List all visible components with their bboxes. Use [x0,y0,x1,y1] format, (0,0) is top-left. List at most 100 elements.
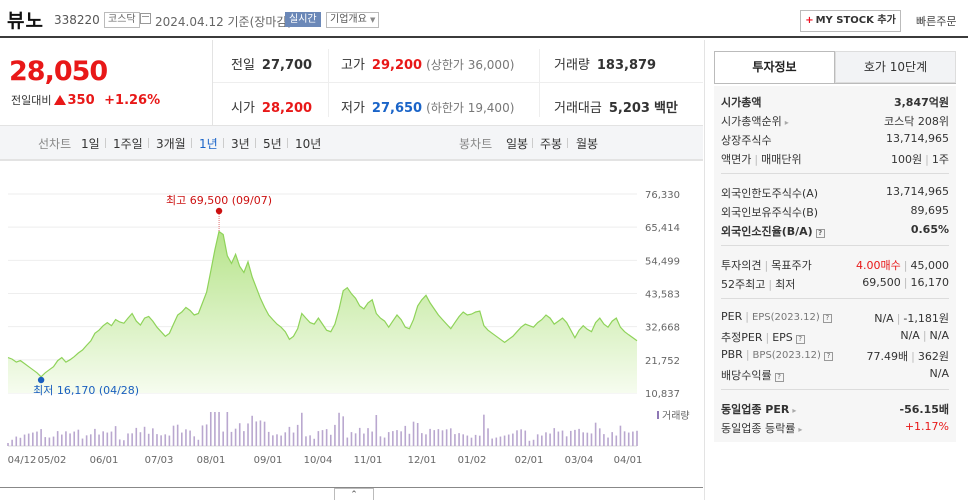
volume-bar [329,434,332,446]
invest-info-table: 시가총액 3,847억원 시가총액순위 ▸ 코스닥 208위 상장주식수 13,7… [714,86,956,442]
price-box: 28,050 전일대비 350 +1.26% [0,40,213,126]
volume-bar [214,412,216,446]
y-tick-label: 54,499 [645,256,680,267]
period-1w[interactable]: 1주일 [113,135,143,152]
help-icon[interactable]: ? [795,335,805,344]
base-date: 2024.04.12 기준(장마감) [155,15,293,29]
candle-daily[interactable]: 일봉 [506,135,528,152]
per-value: N/A [874,312,894,325]
eps-label: EPS(2023.12) [751,312,820,323]
per-label: PER [721,310,743,323]
volume-bar [358,427,361,446]
help-icon[interactable]: ? [774,373,784,382]
volume-bar [65,431,67,446]
tab-orderbook-10[interactable]: 호가 10단계 [835,51,956,83]
x-tick-label: 06/01 [90,455,119,466]
par-value: 100원 [891,153,923,166]
period-3y[interactable]: 3년 [231,135,250,152]
volume-bar [259,420,262,446]
volume-bar [89,434,92,446]
volume-bar [569,430,572,446]
chart-collapse-button[interactable]: ⌃ [334,488,374,500]
market-cap-rank-label: 시가총액순위 [721,115,782,128]
volume-bar [458,433,460,446]
volume-bar [106,432,109,446]
week52-low-value: 16,170 [910,276,950,289]
dividend-value: N/A [929,367,949,380]
foreign-limit-label: 외국인한도주식수(A) [721,187,819,200]
volume-bar [454,434,456,446]
period-1y[interactable]: 1년 [199,135,218,152]
high-label: 고가 [341,58,365,73]
company-overview-button[interactable]: 기업개요 ▼ [326,12,380,28]
realtime-button[interactable]: 실시간 [285,12,321,27]
quote-volume: 거래량 183,879 [554,54,656,73]
y-tick-label: 76,330 [645,190,680,201]
quote-table: 전일 27,700 고가 29,200 (상한가 36,000) 거래량 183,879… [213,40,703,126]
volume-bar [251,415,253,446]
amount-unit: 백만 [653,101,678,116]
market-cap-rank-value: 코스닥 208위 [884,115,949,128]
volume-bar [36,431,38,446]
industry-per-value: -56.15배 [899,403,949,416]
volume-bar [541,435,543,446]
volume-bar [19,437,22,446]
tab-invest-info[interactable]: 투자정보 [714,51,835,83]
volume-bar [611,432,613,446]
pbr-label: PBR [721,348,743,361]
volume-bar [77,429,80,446]
x-tick-label: 08/01 [197,455,226,466]
open-label: 시가 [231,101,255,116]
volume-bar [85,435,88,446]
help-icon[interactable]: ? [822,314,832,323]
per-row: PER | EPS(2023.12)? N/A | -1,181원 [721,310,949,325]
x-tick-label: 07/03 [145,455,174,466]
volume-bar [557,431,560,446]
volume-bar [32,432,34,446]
volume-bar [238,423,241,446]
par-value-row: 액면가 | 매매단위 100원 | 1주 [721,153,949,166]
volume-bar [408,433,411,446]
period-10y[interactable]: 10년 [295,135,321,152]
volume-bar [56,431,59,446]
volume-bar [147,433,150,446]
volume-bar [152,428,154,446]
volume-bar [578,428,580,446]
candle-monthly[interactable]: 월봉 [576,135,598,152]
volume-bar [516,430,518,446]
calendar-icon [140,13,151,24]
prev-label: 전일 [231,58,255,73]
volume-bar [342,416,344,446]
candle-weekly[interactable]: 주봉 [540,135,562,152]
x-tick-label: 09/01 [254,455,283,466]
volume-bar [478,435,481,446]
period-3m[interactable]: 3개월 [156,135,186,152]
change-rate: +1.26% [104,93,161,108]
foreign-holding-row: 외국인보유주식수(B) 89,695 [721,202,949,220]
listed-shares-value: 13,714,965 [886,132,949,145]
volume-bar [636,430,638,446]
market-cap-rank-row: 시가총액순위 ▸ 코스닥 208위 [721,111,949,129]
volume-bar [272,435,274,446]
mystock-add-button[interactable]: + MY STOCK 추가 [800,10,901,32]
volume-bar [218,412,220,446]
quick-order-button[interactable]: 빠른주문 [916,13,956,29]
volume-bar [400,431,402,446]
volume-bar [449,428,452,446]
pbr-row: PBR | BPS(2023.12)? 77.49배 | 362원 [721,348,949,363]
y-tick-label: 43,583 [645,290,680,301]
industry-change-row: 동일업종 등락률 ▸ +1.17% [721,418,949,436]
period-1d[interactable]: 1일 [81,135,100,152]
help-icon[interactable]: ? [823,352,833,361]
period-5y[interactable]: 5년 [263,135,282,152]
amount-value: 5,203 [608,101,650,116]
volume-bar [94,428,96,446]
volume-bar [499,436,502,446]
volume-bar [69,433,71,446]
volume-bar [135,427,138,446]
low-value: 27,650 [371,101,423,116]
help-icon[interactable]: ? [815,229,825,238]
volume-bar [321,430,324,446]
volume-bar [549,433,551,446]
volume-bar [574,429,576,446]
